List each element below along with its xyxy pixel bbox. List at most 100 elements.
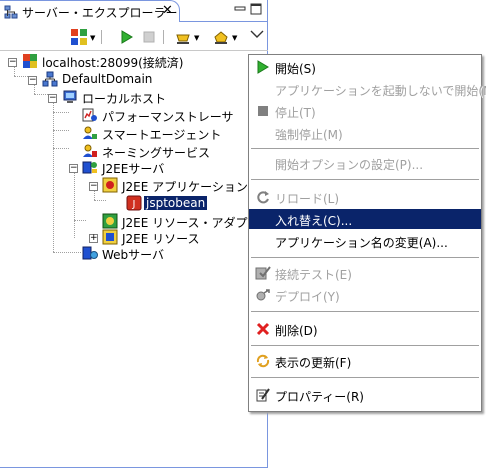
tree-node-label: J2EE リソース [122,232,200,246]
refresh-icon [256,354,270,368]
menu-item-label: リロード(L) [275,192,340,206]
tree-node-label: localhost:28099(接続済) [42,56,184,70]
server-layout-icon[interactable] [70,28,88,46]
tree-line [53,252,81,253]
collapse-toggle[interactable]: − [8,58,17,67]
deploy-icon [256,289,270,301]
menu-item-properties[interactable]: プロパティー(R) [249,385,481,405]
resource-adapter-icon [102,213,118,229]
tree-line [14,76,28,77]
collapse-toggle[interactable]: − [69,164,78,173]
tree-line [53,112,69,113]
server-explorer-icon [4,5,18,19]
tree-line [14,66,15,76]
minimize-icon[interactable] [234,3,246,15]
menu-item-label: 停止(T) [275,106,316,120]
tree-line [53,148,69,149]
server-host-icon [23,54,37,68]
menu-item-rename-application[interactable]: アプリケーション名の変更(A)... [249,231,481,251]
j2ee-server-icon [82,161,97,174]
tree-node-label: Webサーバ [102,248,165,262]
menu-separator [251,377,479,379]
run-icon[interactable] [118,28,136,46]
menu-item-deploy[interactable]: デプロイ(Y) [249,285,481,305]
stop-icon[interactable] [140,28,158,46]
tree-line [53,102,54,252]
delete-icon [256,322,270,336]
tree-line [34,94,48,95]
svg-text:J: J [132,199,136,210]
menu-item-delete[interactable]: 削除(D) [249,319,481,339]
toolbar-separator [163,30,164,44]
publish-icon[interactable] [174,28,192,46]
tree-node-label: パフォーマンストレーサ [102,110,234,124]
chevron-down-icon[interactable]: ▼ [194,34,199,42]
tree-node-label: ネーミングサービス [102,146,211,160]
tree-node-label: DefaultDomain [62,72,153,86]
tree-line [94,200,106,201]
menu-item-label: プロパティー(R) [275,390,364,404]
collapse-toggle[interactable]: − [89,182,98,191]
menu-separator [251,148,479,150]
menu-item-label: 入れ替え(C)... [275,214,353,228]
menu-item-refresh[interactable]: 表示の更新(F) [249,351,481,371]
stop-icon [258,106,268,116]
menu-item-stop[interactable]: 停止(T) [249,101,481,121]
menu-item-label: 開始(S) [275,62,316,76]
tree-line [74,170,75,238]
menu-separator [251,345,479,347]
view-title-bar: サーバー・エクスプローラー ✕ [0,0,268,22]
expand-toggle[interactable]: + [89,234,98,243]
chevron-down-icon[interactable]: ▼ [90,34,95,42]
collapse-toggle[interactable]: − [28,76,37,85]
menu-item-label: 開始オプションの設定(P)... [275,158,424,172]
domain-icon [42,71,58,87]
menu-item-label: 接続テスト(E) [275,268,352,282]
toolbar-separator [101,30,102,44]
menu-item-start-options[interactable]: 開始オプションの設定(P)... [249,153,481,173]
application-icon [102,177,118,193]
view-title: サーバー・エクスプローラー [22,6,178,20]
menu-item-label: 表示の更新(F) [275,356,352,370]
run-icon [257,60,269,74]
java-app-icon: J [126,195,142,211]
menu-item-reload[interactable]: リロード(L) [249,187,481,207]
menu-item-connection-test[interactable]: 接続テスト(E) [249,263,481,283]
reload-icon [257,191,269,204]
menu-separator [251,257,479,259]
tree-line [53,130,69,131]
menu-item-force-stop[interactable]: 強制停止(M) [249,123,481,143]
title-divider [180,21,268,22]
close-view-button[interactable]: ✕ [162,3,173,18]
tree-node-label: ローカルホスト [82,92,167,106]
tree-node-label: J2EE アプリケーション [122,180,248,194]
naming-service-icon [83,144,97,157]
tree-line [34,84,35,94]
agent-icon [83,126,97,139]
resource-icon [102,229,118,245]
view-toolbar: ▼ ▼ ▼ [0,24,268,51]
collapse-toggle[interactable]: − [48,94,57,103]
chevron-down-icon[interactable]: ▼ [232,34,237,42]
tree-node-label: J2EE リソース・アダプタ [122,216,260,230]
tree-node-label: スマートエージェント [102,128,222,142]
web-server-icon [82,246,98,260]
connection-test-icon [255,266,271,280]
menu-item-label: デプロイ(Y) [275,290,340,304]
view-tab[interactable]: サーバー・エクスプローラー ✕ [0,0,180,22]
tools-icon[interactable] [212,28,230,46]
menu-item-replace[interactable]: 入れ替え(C)... [249,209,481,229]
menu-item-label: 強制停止(M) [275,128,343,142]
computer-icon [63,90,77,103]
menu-item-label: アプリケーション名の変更(A)... [275,236,448,250]
menu-item-start[interactable]: 開始(S) [249,57,481,77]
server-explorer-view: サーバー・エクスプローラー ✕ ▼ ▼ ▼ − localhost:28099(… [0,0,268,468]
menu-separator [251,179,479,181]
properties-icon [256,388,270,402]
tracer-icon [82,108,97,122]
view-menu-icon[interactable] [248,26,266,44]
maximize-icon[interactable] [250,3,262,15]
menu-item-start-without-apps[interactable]: アプリケーションを起動しないで開始(N) [249,79,486,99]
menu-separator [251,311,479,313]
context-menu: 開始(S) アプリケーションを起動しないで開始(N) 停止(T) 強制停止(M)… [248,54,486,412]
